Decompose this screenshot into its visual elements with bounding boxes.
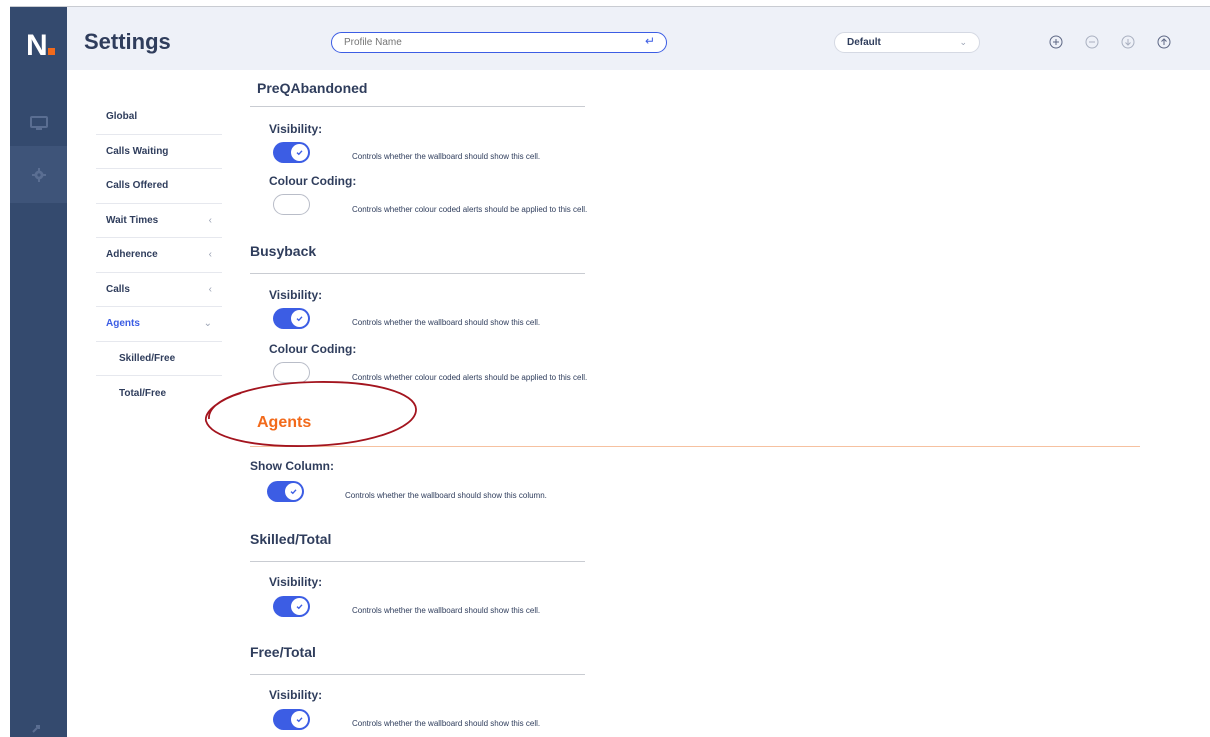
section-divider [250, 674, 585, 675]
busyback-visibility-toggle[interactable] [273, 308, 310, 329]
header-bar: Settings ↵ Default ⌄ [67, 7, 1210, 70]
busyback-colour-coding-toggle[interactable] [273, 362, 310, 383]
subnav-item-agents[interactable]: Agents ⌄ [96, 307, 222, 342]
show-column-label: Show Column: [250, 459, 334, 473]
chevron-down-icon: ⌄ [203, 318, 212, 330]
chevron-left-icon: ‹ [208, 214, 212, 226]
download-circle-icon[interactable] [1121, 35, 1135, 49]
upload-circle-icon[interactable] [1157, 35, 1171, 49]
chevron-left-icon: ‹ [208, 283, 212, 295]
agents-show-column-toggle[interactable] [267, 481, 304, 502]
section-divider [250, 106, 585, 107]
section-title-agents: Agents [257, 414, 312, 431]
rail-monitor-button[interactable] [10, 95, 67, 152]
subnav-item-calls[interactable]: Calls ‹ [96, 273, 222, 307]
subnav-item-label: Wait Times [106, 214, 159, 226]
visibility-description: Controls whether the wallboard should sh… [352, 719, 541, 728]
skilled-total-visibility-toggle[interactable] [273, 596, 310, 617]
check-icon [296, 316, 303, 322]
subnav-item-label: Global [106, 111, 138, 123]
profile-name-input[interactable] [331, 32, 667, 53]
section-title-busyback: Busyback [250, 243, 317, 259]
visibility-label: Visibility: [269, 575, 323, 589]
subnav-item-label: Calls [106, 283, 130, 295]
subnav-item-label: Calls Waiting [106, 145, 169, 157]
section-title-preqabandoned: PreQAbandoned [257, 80, 368, 96]
subnav-item-label: Calls Offered [106, 180, 169, 192]
agents-divider [250, 446, 1140, 447]
section-divider [250, 561, 585, 562]
section-title-skilled-total: Skilled/Total [250, 531, 332, 547]
rail-settings-button[interactable] [10, 146, 67, 203]
section-divider [250, 273, 585, 274]
chevron-left-icon: ‹ [208, 249, 212, 261]
visibility-label: Visibility: [269, 688, 323, 702]
logout-icon [31, 725, 40, 733]
check-icon [296, 150, 303, 156]
monitor-icon [29, 115, 48, 130]
subnav-item-calls-waiting[interactable]: Calls Waiting [96, 135, 222, 169]
subnav-item-label: Adherence [106, 249, 158, 261]
remove-circle-icon[interactable] [1085, 35, 1099, 49]
subnav-subitem-label: Total/Free [119, 387, 167, 399]
preq-colour-coding-toggle[interactable] [273, 194, 310, 215]
check-icon [296, 604, 303, 610]
visibility-label: Visibility: [269, 122, 323, 136]
subnav-subitem-label: Skilled/Free [119, 352, 176, 364]
subnav-item-adherence[interactable]: Adherence ‹ [96, 238, 222, 273]
colour-coding-label: Colour Coding: [269, 342, 357, 356]
subnav-item-global[interactable]: Global [96, 100, 222, 135]
add-circle-icon[interactable] [1049, 35, 1063, 49]
visibility-description: Controls whether the wallboard should sh… [352, 152, 541, 161]
subnav-item-wait-times[interactable]: Wait Times ‹ [96, 204, 222, 238]
settings-subnav: Global Calls Waiting Calls Offered Wait … [96, 100, 222, 411]
preq-visibility-toggle[interactable] [273, 142, 310, 163]
profile-select-value: Default [847, 37, 881, 48]
left-rail: N [10, 7, 67, 737]
app-logo: N [26, 31, 55, 61]
colour-coding-label: Colour Coding: [269, 174, 357, 188]
profile-select[interactable]: Default ⌄ [834, 32, 980, 53]
subnav-subitem-total-free[interactable]: Total/Free [96, 376, 222, 411]
chevron-down-icon: ⌄ [959, 37, 967, 47]
show-column-description: Controls whether the wallboard should sh… [345, 491, 547, 500]
colour-coding-description: Controls whether colour coded alerts sho… [352, 373, 588, 382]
visibility-description: Controls whether the wallboard should sh… [352, 318, 541, 327]
check-icon [296, 717, 303, 723]
gear-icon [31, 167, 46, 182]
colour-coding-description: Controls whether colour coded alerts sho… [352, 205, 588, 214]
app-window: N Settings ↵ [0, 0, 1210, 737]
visibility-label: Visibility: [269, 288, 323, 302]
page-title: Settings [84, 29, 171, 54]
rail-logout-button[interactable] [10, 719, 67, 737]
check-icon [290, 489, 297, 495]
visibility-description: Controls whether the wallboard should sh… [352, 606, 541, 615]
subnav-item-calls-offered[interactable]: Calls Offered [96, 169, 222, 204]
subnav-subitem-skilled-free[interactable]: Skilled/Free [96, 342, 222, 376]
free-total-visibility-toggle[interactable] [273, 709, 310, 730]
subnav-item-label: Agents [106, 318, 140, 330]
enter-icon[interactable]: ↵ [645, 34, 655, 48]
section-title-free-total: Free/Total [250, 644, 316, 660]
content-panel [84, 70, 1210, 737]
